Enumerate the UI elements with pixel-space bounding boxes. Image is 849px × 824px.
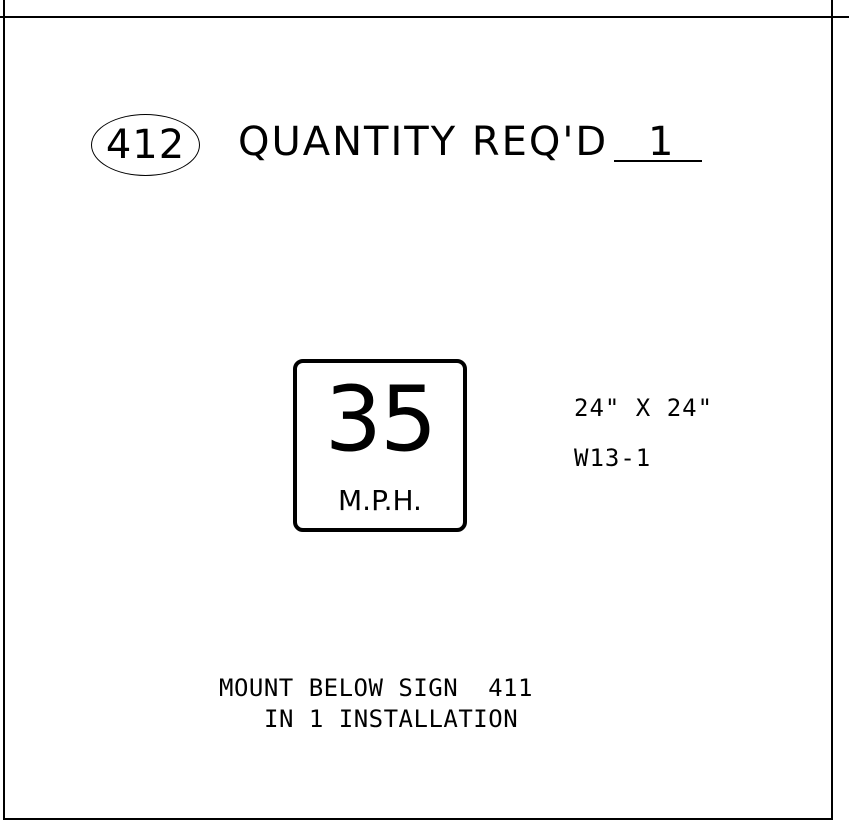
sign-number: 412 [105, 122, 186, 168]
mounting-note-line-1: MOUNT BELOW SIGN 411 [219, 674, 533, 702]
speed-limit-sign: 35 M.P.H. [293, 359, 467, 532]
quantity-field: 1 [614, 122, 702, 164]
sign-number-oval: 412 [91, 114, 200, 176]
quantity-value: 1 [648, 119, 674, 165]
sign-code: W13-1 [574, 444, 652, 472]
speed-value: 35 [324, 367, 438, 472]
speed-unit: M.P.H. [338, 484, 422, 517]
quantity-underline [614, 160, 702, 162]
border-tick-left [3, 0, 5, 16]
border-tick-right [831, 0, 833, 16]
quantity-label: QUANTITY REQ'D [238, 119, 609, 165]
sign-size: 24" X 24" [574, 394, 714, 422]
mounting-note-line-2: IN 1 INSTALLATION [264, 705, 519, 733]
